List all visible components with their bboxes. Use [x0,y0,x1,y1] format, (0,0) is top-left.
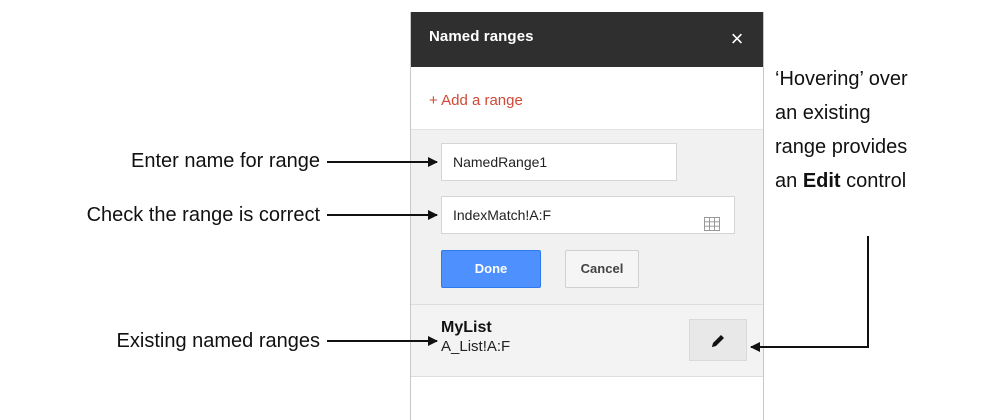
annotation-arrows [327,157,869,352]
arrow-edit-control [750,236,869,352]
